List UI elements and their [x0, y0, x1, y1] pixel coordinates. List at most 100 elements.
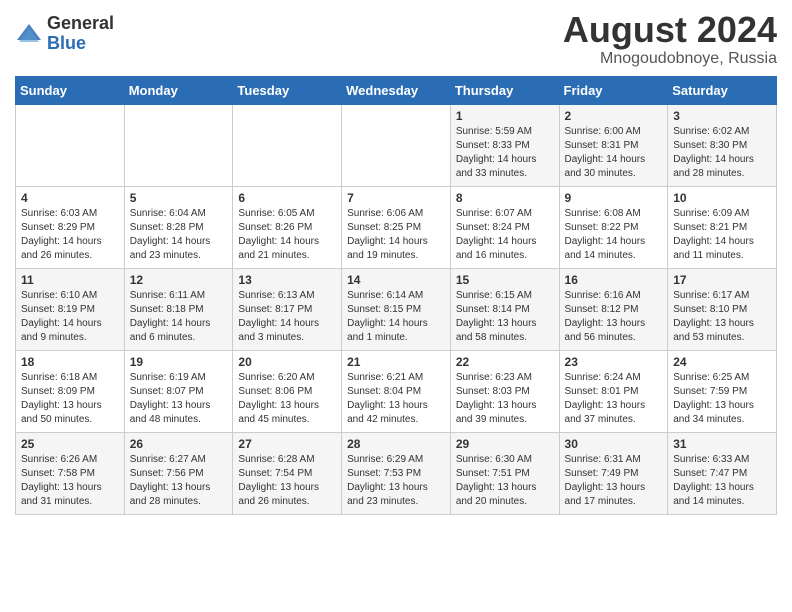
day-info: Sunrise: 6:31 AM Sunset: 7:49 PM Dayligh… — [565, 453, 663, 509]
calendar-cell: 15Sunrise: 6:15 AM Sunset: 8:14 PM Dayli… — [450, 268, 559, 350]
day-number: 19 — [130, 355, 228, 369]
day-info: Sunrise: 6:00 AM Sunset: 8:31 PM Dayligh… — [565, 125, 663, 181]
calendar-cell: 23 Sunrise: 6:24 AM Sunset: 8:01 PM Dayli… — [559, 350, 668, 432]
calendar-cell: 27 Sunrise: 6:28 AM Sunset: 7:54 PM Dayli… — [233, 432, 342, 514]
day-info: Sunrise: 6:28 AM Sunset: 7:54 PM Dayligh… — [238, 453, 336, 509]
week-row-0: 1 Sunrise: 5:59 AM Sunset: 8:33 PM Daylig… — [16, 104, 777, 186]
day-info: Sunrise: 6:14 AM Sunset: 8:15 PM Dayligh… — [347, 289, 445, 345]
week-row-1: 4 Sunrise: 6:03 AM Sunset: 8:29 PM Daylig… — [16, 186, 777, 268]
calendar-cell: 21 Sunrise: 6:21 AM Sunset: 8:04 PM Dayli… — [342, 350, 451, 432]
week-row-2: 11 Sunrise: 6:10 AM Sunset: 8:19 PM Dayli… — [16, 268, 777, 350]
day-number: 4 — [21, 191, 119, 205]
day-info: Sunrise: 6:20 AM Sunset: 8:06 PM Dayligh… — [238, 371, 336, 427]
logo-text: General Blue — [47, 14, 114, 54]
day-number: 30 — [565, 437, 663, 451]
day-info: Sunrise: 6:19 AM Sunset: 8:07 PM Dayligh… — [130, 371, 228, 427]
day-info: Sunrise: 6:11 AM Sunset: 8:18 PM Dayligh… — [130, 289, 228, 345]
day-number: 23 — [565, 355, 663, 369]
day-info: Sunrise: 6:07 AM Sunset: 8:24 PM Dayligh… — [456, 207, 554, 263]
calendar-cell: 28 Sunrise: 6:29 AM Sunset: 7:53 PM Dayli… — [342, 432, 451, 514]
header-day-thursday: Thursday — [450, 76, 559, 104]
calendar-cell: 19 Sunrise: 6:19 AM Sunset: 8:07 PM Dayli… — [124, 350, 233, 432]
day-number: 9 — [565, 191, 663, 205]
calendar-cell: 25Sunrise: 6:26 AM Sunset: 7:58 PM Dayli… — [16, 432, 125, 514]
calendar-cell: 29Sunrise: 6:30 AM Sunset: 7:51 PM Dayli… — [450, 432, 559, 514]
calendar-cell — [342, 104, 451, 186]
day-info: Sunrise: 6:02 AM Sunset: 8:30 PM Dayligh… — [673, 125, 771, 181]
day-number: 31 — [673, 437, 771, 451]
calendar-cell: 9Sunrise: 6:08 AM Sunset: 8:22 PM Daylig… — [559, 186, 668, 268]
day-number: 17 — [673, 273, 771, 287]
calendar-cell: 14 Sunrise: 6:14 AM Sunset: 8:15 PM Dayli… — [342, 268, 451, 350]
calendar-cell: 1 Sunrise: 5:59 AM Sunset: 8:33 PM Daylig… — [450, 104, 559, 186]
calendar-cell: 6Sunrise: 6:05 AM Sunset: 8:26 PM Daylig… — [233, 186, 342, 268]
calendar-cell: 4 Sunrise: 6:03 AM Sunset: 8:29 PM Daylig… — [16, 186, 125, 268]
logo-general: General — [47, 14, 114, 34]
logo-icon — [15, 20, 43, 48]
day-info: Sunrise: 6:33 AM Sunset: 7:47 PM Dayligh… — [673, 453, 771, 509]
day-info: Sunrise: 6:27 AM Sunset: 7:56 PM Dayligh… — [130, 453, 228, 509]
calendar-cell: 20 Sunrise: 6:20 AM Sunset: 8:06 PM Dayli… — [233, 350, 342, 432]
header-day-wednesday: Wednesday — [342, 76, 451, 104]
day-info: Sunrise: 6:21 AM Sunset: 8:04 PM Dayligh… — [347, 371, 445, 427]
calendar-cell: 24 Sunrise: 6:25 AM Sunset: 7:59 PM Dayli… — [668, 350, 777, 432]
calendar-cell: 11 Sunrise: 6:10 AM Sunset: 8:19 PM Dayli… — [16, 268, 125, 350]
calendar-cell — [124, 104, 233, 186]
day-info: Sunrise: 5:59 AM Sunset: 8:33 PM Dayligh… — [456, 125, 554, 181]
day-number: 10 — [673, 191, 771, 205]
day-info: Sunrise: 6:24 AM Sunset: 8:01 PM Dayligh… — [565, 371, 663, 427]
day-info: Sunrise: 6:29 AM Sunset: 7:53 PM Dayligh… — [347, 453, 445, 509]
calendar-cell: 5 Sunrise: 6:04 AM Sunset: 8:28 PM Daylig… — [124, 186, 233, 268]
day-number: 7 — [347, 191, 445, 205]
day-number: 11 — [21, 273, 119, 287]
calendar-cell: 12 Sunrise: 6:11 AM Sunset: 8:18 PM Dayli… — [124, 268, 233, 350]
day-number: 28 — [347, 437, 445, 451]
day-number: 24 — [673, 355, 771, 369]
header-day-monday: Monday — [124, 76, 233, 104]
calendar-cell: 2Sunrise: 6:00 AM Sunset: 8:31 PM Daylig… — [559, 104, 668, 186]
logo-blue: Blue — [47, 34, 114, 54]
day-info: Sunrise: 6:18 AM Sunset: 8:09 PM Dayligh… — [21, 371, 119, 427]
day-info: Sunrise: 6:10 AM Sunset: 8:19 PM Dayligh… — [21, 289, 119, 345]
day-info: Sunrise: 6:04 AM Sunset: 8:28 PM Dayligh… — [130, 207, 228, 263]
day-number: 20 — [238, 355, 336, 369]
calendar-cell: 31 Sunrise: 6:33 AM Sunset: 7:47 PM Dayli… — [668, 432, 777, 514]
day-number: 25 — [21, 437, 119, 451]
day-number: 22 — [456, 355, 554, 369]
day-number: 5 — [130, 191, 228, 205]
calendar-header: SundayMondayTuesdayWednesdayThursdayFrid… — [16, 76, 777, 104]
day-number: 21 — [347, 355, 445, 369]
calendar-cell: 13 Sunrise: 6:13 AM Sunset: 8:17 PM Dayli… — [233, 268, 342, 350]
day-number: 3 — [673, 109, 771, 123]
day-number: 14 — [347, 273, 445, 287]
calendar-cell: 16Sunrise: 6:16 AM Sunset: 8:12 PM Dayli… — [559, 268, 668, 350]
calendar-cell: 26 Sunrise: 6:27 AM Sunset: 7:56 PM Dayli… — [124, 432, 233, 514]
calendar-cell: 17Sunrise: 6:17 AM Sunset: 8:10 PM Dayli… — [668, 268, 777, 350]
header-row: SundayMondayTuesdayWednesdayThursdayFrid… — [16, 76, 777, 104]
day-number: 6 — [238, 191, 336, 205]
calendar-cell — [16, 104, 125, 186]
logo: General Blue — [15, 14, 114, 54]
calendar-cell — [233, 104, 342, 186]
day-info: Sunrise: 6:13 AM Sunset: 8:17 PM Dayligh… — [238, 289, 336, 345]
header-day-tuesday: Tuesday — [233, 76, 342, 104]
day-number: 26 — [130, 437, 228, 451]
week-row-3: 18Sunrise: 6:18 AM Sunset: 8:09 PM Dayli… — [16, 350, 777, 432]
day-number: 16 — [565, 273, 663, 287]
calendar-cell: 22Sunrise: 6:23 AM Sunset: 8:03 PM Dayli… — [450, 350, 559, 432]
location-title: Mnogoudobnoye, Russia — [563, 50, 777, 68]
month-year-title: August 2024 — [563, 10, 777, 50]
day-number: 27 — [238, 437, 336, 451]
day-number: 1 — [456, 109, 554, 123]
calendar-body: 1 Sunrise: 5:59 AM Sunset: 8:33 PM Daylig… — [16, 104, 777, 514]
day-info: Sunrise: 6:25 AM Sunset: 7:59 PM Dayligh… — [673, 371, 771, 427]
day-number: 29 — [456, 437, 554, 451]
day-info: Sunrise: 6:03 AM Sunset: 8:29 PM Dayligh… — [21, 207, 119, 263]
header-day-sunday: Sunday — [16, 76, 125, 104]
calendar-cell: 30 Sunrise: 6:31 AM Sunset: 7:49 PM Dayli… — [559, 432, 668, 514]
header-day-saturday: Saturday — [668, 76, 777, 104]
calendar-table: SundayMondayTuesdayWednesdayThursdayFrid… — [15, 76, 777, 515]
day-number: 12 — [130, 273, 228, 287]
day-number: 13 — [238, 273, 336, 287]
calendar-cell: 7Sunrise: 6:06 AM Sunset: 8:25 PM Daylig… — [342, 186, 451, 268]
